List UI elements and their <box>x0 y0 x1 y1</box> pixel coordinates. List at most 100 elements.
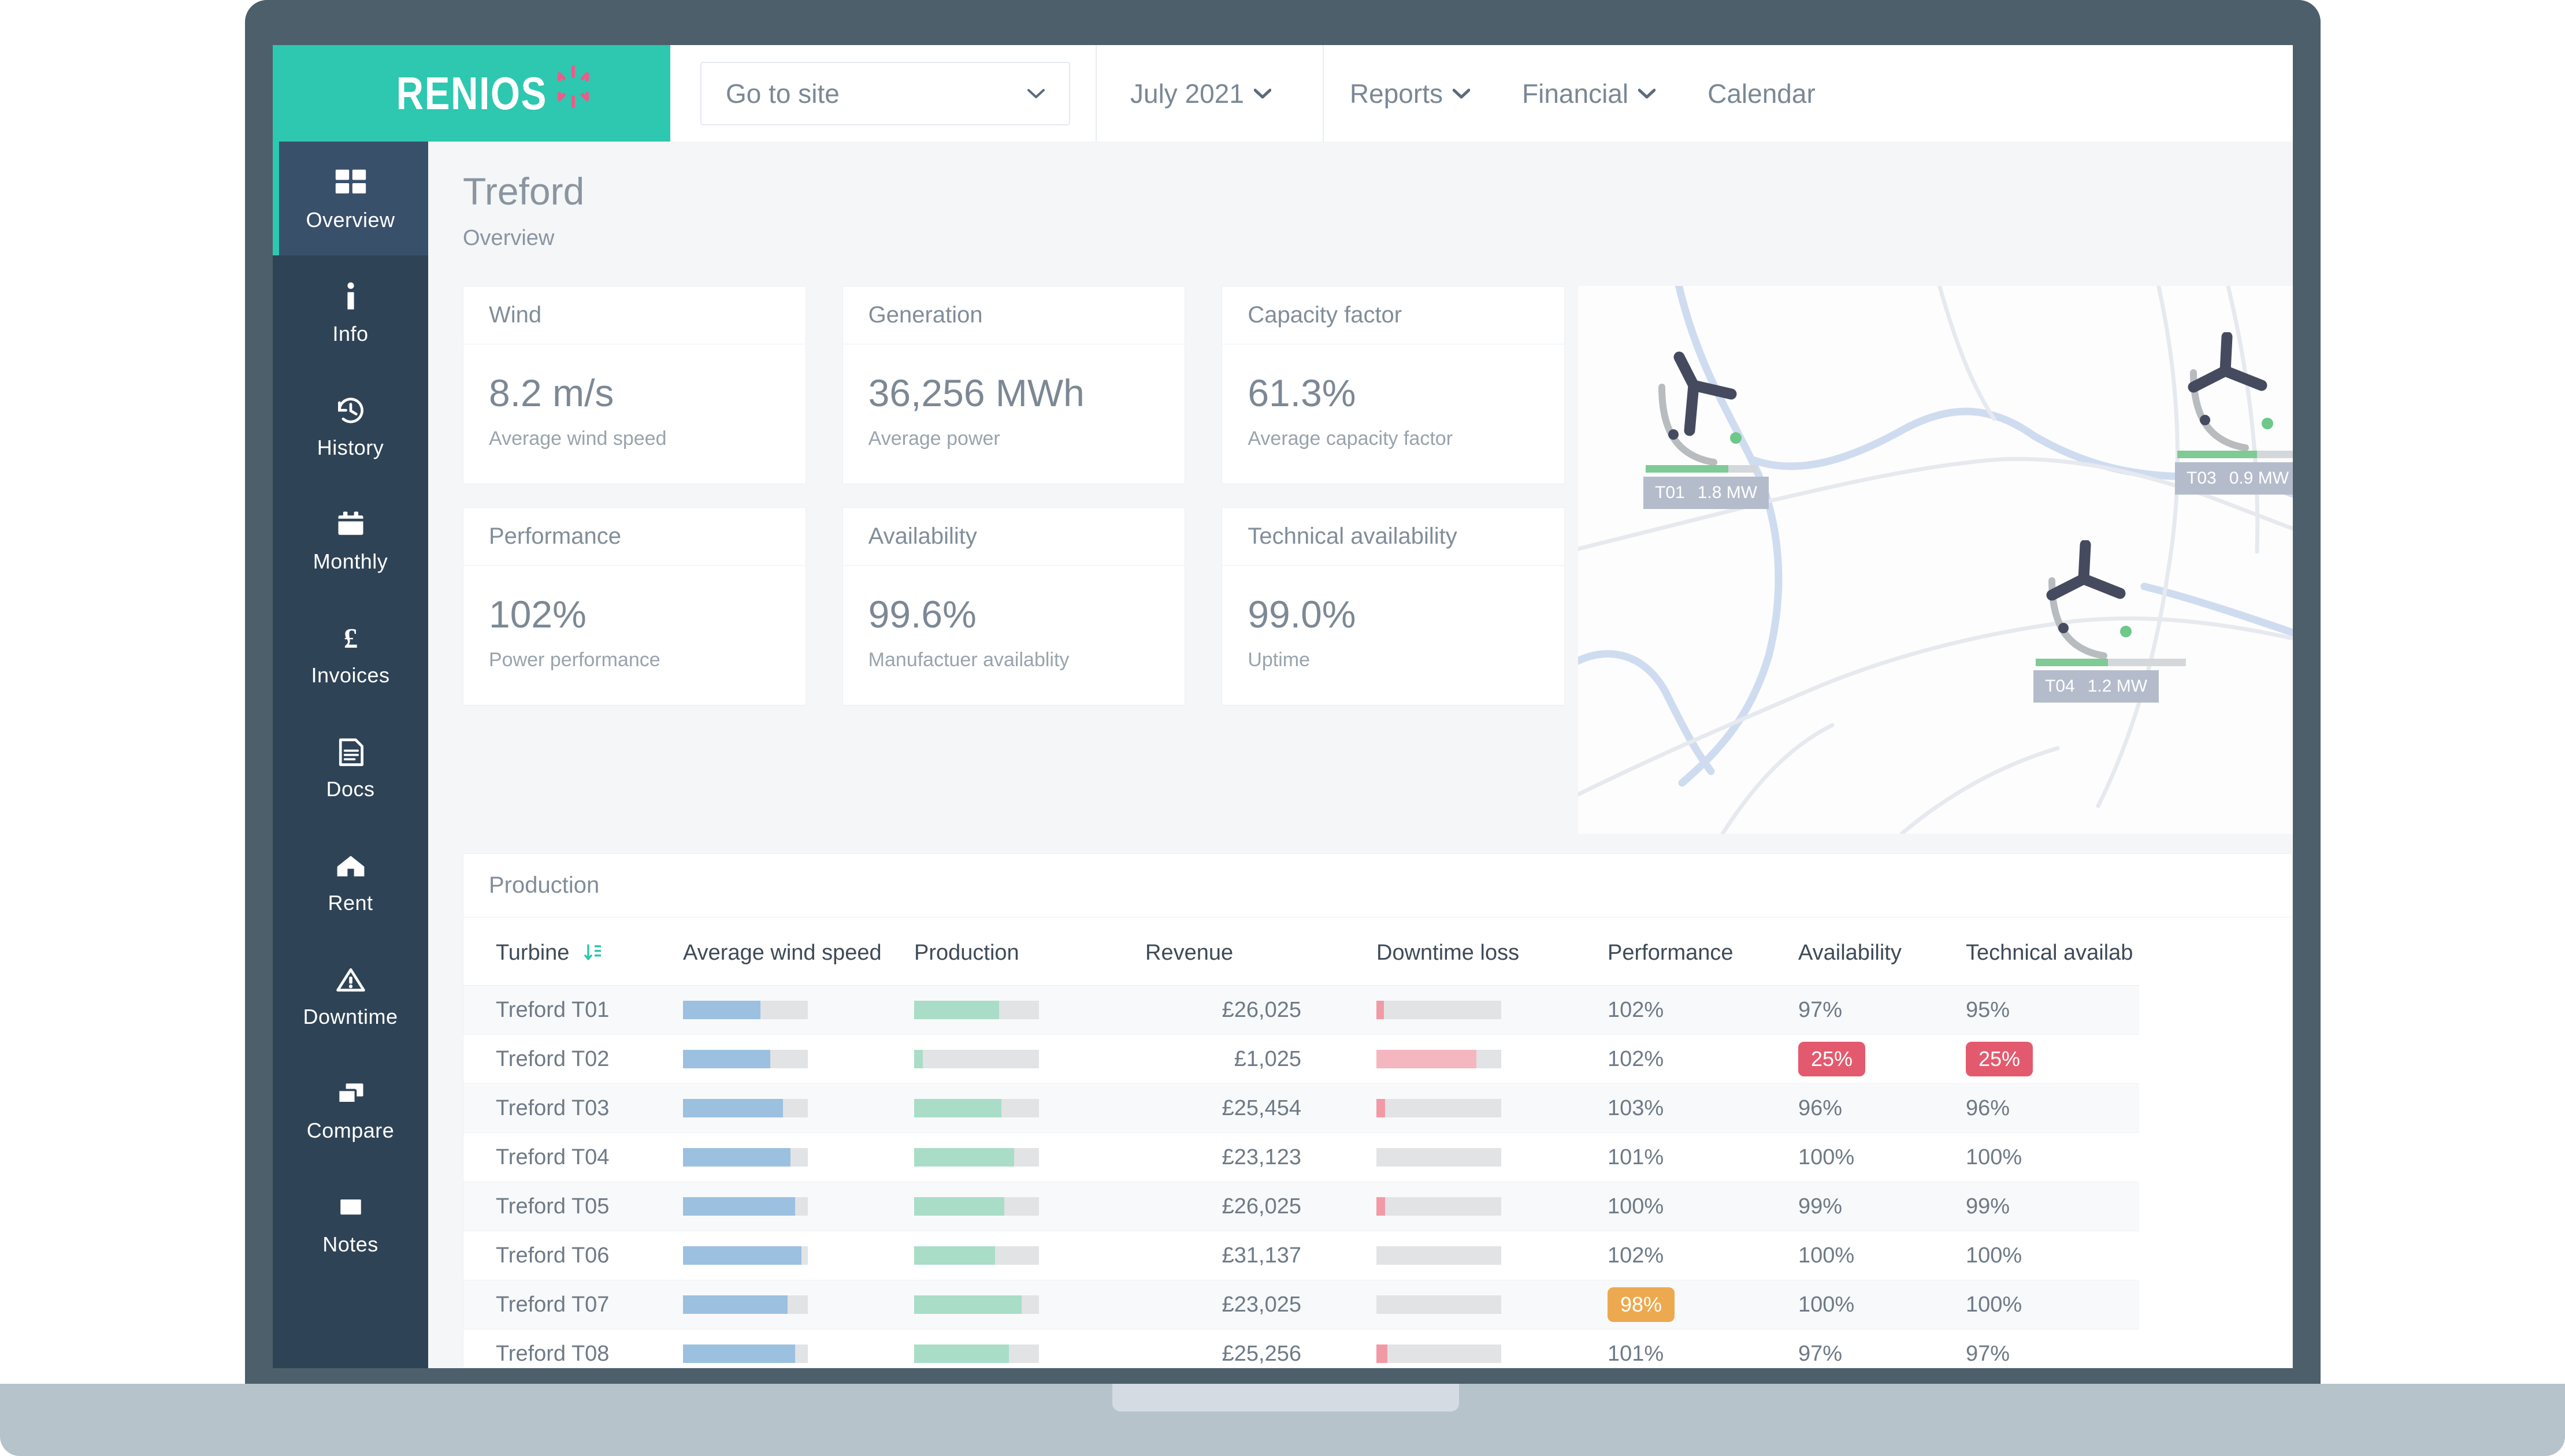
sidebar-item-rent[interactable]: Rent <box>273 824 428 938</box>
cell-downtime-loss <box>1376 1035 1608 1084</box>
cell-production <box>914 1133 1145 1182</box>
column-header-production[interactable]: Production <box>914 918 1145 986</box>
chevron-down-icon <box>1638 88 1656 98</box>
mini-bar <box>1376 1344 1501 1363</box>
status-badge: 98% <box>1608 1287 1675 1322</box>
cell-production <box>914 1182 1145 1231</box>
cell-availability: 25% <box>1798 1035 1966 1084</box>
page-title: Treford <box>463 170 585 213</box>
sidebar-item-monthly[interactable]: Monthly <box>273 483 428 597</box>
sidebar-item-compare[interactable]: Compare <box>273 1052 428 1166</box>
column-header-performance[interactable]: Performance <box>1608 918 1798 986</box>
kpi-value: 61.3% <box>1248 372 1356 414</box>
mini-bar <box>683 1148 808 1167</box>
cell-production <box>914 1035 1145 1084</box>
sort-descending-icon[interactable] <box>584 943 603 963</box>
nav-item-financial[interactable]: Financial <box>1496 45 1681 142</box>
kpi-header: Generation <box>842 287 1185 344</box>
laptop-trackpad-notch <box>1112 1384 1459 1412</box>
table-row[interactable]: Treford T04 £23,123 101% 100% 100% <box>463 1133 2139 1182</box>
cell-revenue: £23,025 <box>1222 1292 1301 1317</box>
kpi-caption: Manufactuer availablity <box>868 649 1070 671</box>
chevron-down-icon <box>1453 88 1470 98</box>
table-row[interactable]: Treford T03 £25,454 103% 96% 96% <box>463 1083 2139 1133</box>
sidebar-item-label: Downtime <box>303 1004 398 1028</box>
cell-turbine: Treford T06 <box>496 1243 610 1268</box>
cell-availability: 100% <box>1798 1145 1855 1169</box>
mini-bar <box>683 1344 808 1363</box>
laptop-mockup: RENIOS Go to site July 2021 Reports Fina… <box>0 0 2565 1456</box>
kpi-card-performance: Performance 102% Power performance <box>463 507 806 705</box>
column-header-availability[interactable]: Availability <box>1798 918 1966 986</box>
table-row[interactable]: Treford T05 £26,025 100% 99% 99% <box>463 1182 2139 1231</box>
turbine-id: T03 <box>2187 469 2217 488</box>
cell-turbine: Treford T08 <box>496 1341 610 1366</box>
cell-revenue: £23,123 <box>1222 1145 1301 1169</box>
cell-downtime-loss <box>1376 986 1608 1035</box>
cell-production <box>914 1280 1145 1329</box>
mini-bar <box>914 1099 1039 1117</box>
sidebar-item-docs[interactable]: Docs <box>273 711 428 824</box>
brand-name: RENIOS <box>396 67 547 119</box>
sidebar-item-label: Invoices <box>311 663 390 687</box>
site-select[interactable]: Go to site <box>700 61 1070 125</box>
table-row[interactable]: Treford T08 £25,256 101% 97% 97% <box>463 1329 2139 1368</box>
turbine-capacity-bar <box>2177 451 2293 458</box>
cell-wind-speed <box>683 1035 914 1084</box>
kpi-header: Wind <box>463 287 805 344</box>
kpi-card-generation: Generation 36,256 MWh Average power <box>842 286 1186 484</box>
sidebar-item-info[interactable]: Info <box>273 255 428 369</box>
map-turbine-T04[interactable]: T04 1.2 MW <box>2033 539 2208 703</box>
site-map[interactable]: T01 1.8 MW T04 1.2 MW T03 0.9 MW <box>1578 286 2293 834</box>
sidebar-item-downtime[interactable]: Downtime <box>273 938 428 1052</box>
sidebar-item-notes[interactable]: Notes <box>273 1166 428 1280</box>
turbine-id: T04 <box>2045 677 2075 696</box>
cell-wind-speed <box>683 1280 914 1329</box>
cell-performance: 101% <box>1608 1145 1664 1169</box>
map-turbine-T03[interactable]: T03 0.9 MW <box>2175 331 2293 495</box>
turbine-status-dot <box>1730 432 1742 444</box>
cell-availability: 100% <box>1798 1243 1855 1268</box>
column-header-turbine[interactable]: Turbine <box>463 918 683 986</box>
mini-bar <box>1376 1246 1501 1265</box>
column-header-technical-availability[interactable]: Technical availab <box>1966 918 2139 986</box>
kpi-header: Technical availability <box>1222 508 1565 566</box>
nav-item-label: Calendar <box>1707 78 1816 109</box>
column-header-downtime-loss[interactable]: Downtime loss <box>1376 918 1608 986</box>
production-panel: Production Turbine Average wind speed Pr… <box>463 853 2293 1368</box>
nav-item-period[interactable]: July 2021 <box>1097 45 1297 142</box>
calendar-icon <box>333 507 369 543</box>
cell-wind-speed <box>683 1084 914 1133</box>
cell-technical-availability: 95% <box>1966 997 2010 1022</box>
column-header-wind-speed[interactable]: Average wind speed <box>683 918 914 986</box>
cell-wind-speed <box>683 1182 914 1231</box>
table-row[interactable]: Treford T02 £1,025 102% 25% 25% <box>463 1035 2139 1084</box>
nav-item-reports[interactable]: Reports <box>1324 45 1496 142</box>
sidebar-item-history[interactable]: History <box>273 369 428 483</box>
map-turbine-T01[interactable]: T01 1.8 MW <box>1643 347 1818 509</box>
top-nav: Go to site July 2021 Reports Financial C… <box>670 45 2293 142</box>
sidebar-item-overview[interactable]: Overview <box>273 142 428 255</box>
sidebar-item-invoices[interactable]: £ Invoices <box>273 597 428 711</box>
mini-bar <box>914 1246 1039 1265</box>
table-row[interactable]: Treford T01 £26,025 102% 97% 95% <box>463 985 2139 1035</box>
nav-item-calendar[interactable]: Calendar <box>1681 45 1842 142</box>
mini-bar <box>914 1197 1039 1216</box>
history-icon <box>333 393 369 429</box>
cell-performance: 102% <box>1608 1046 1664 1071</box>
cell-turbine: Treford T05 <box>496 1194 610 1219</box>
cell-turbine: Treford T01 <box>496 997 610 1022</box>
cell-revenue: £26,025 <box>1222 997 1301 1022</box>
table-row[interactable]: Treford T07 £23,025 98% 100% 100% <box>463 1280 2139 1329</box>
mini-bar <box>1376 1295 1501 1314</box>
table-row[interactable]: Treford T06 £31,137 102% 100% 100% <box>463 1231 2139 1280</box>
cell-performance: 103% <box>1608 1095 1664 1120</box>
kpi-value: 8.2 m/s <box>489 372 614 414</box>
brand-logo[interactable]: RENIOS <box>273 45 670 142</box>
main-content: Treford Overview Wind 8.2 m/s Average wi… <box>428 142 2293 1368</box>
column-header-revenue[interactable]: Revenue <box>1145 918 1376 986</box>
mini-bar <box>914 1001 1039 1019</box>
svg-text:£: £ <box>343 622 357 653</box>
cell-production <box>914 1231 1145 1280</box>
kpi-caption: Average capacity factor <box>1248 428 1453 450</box>
